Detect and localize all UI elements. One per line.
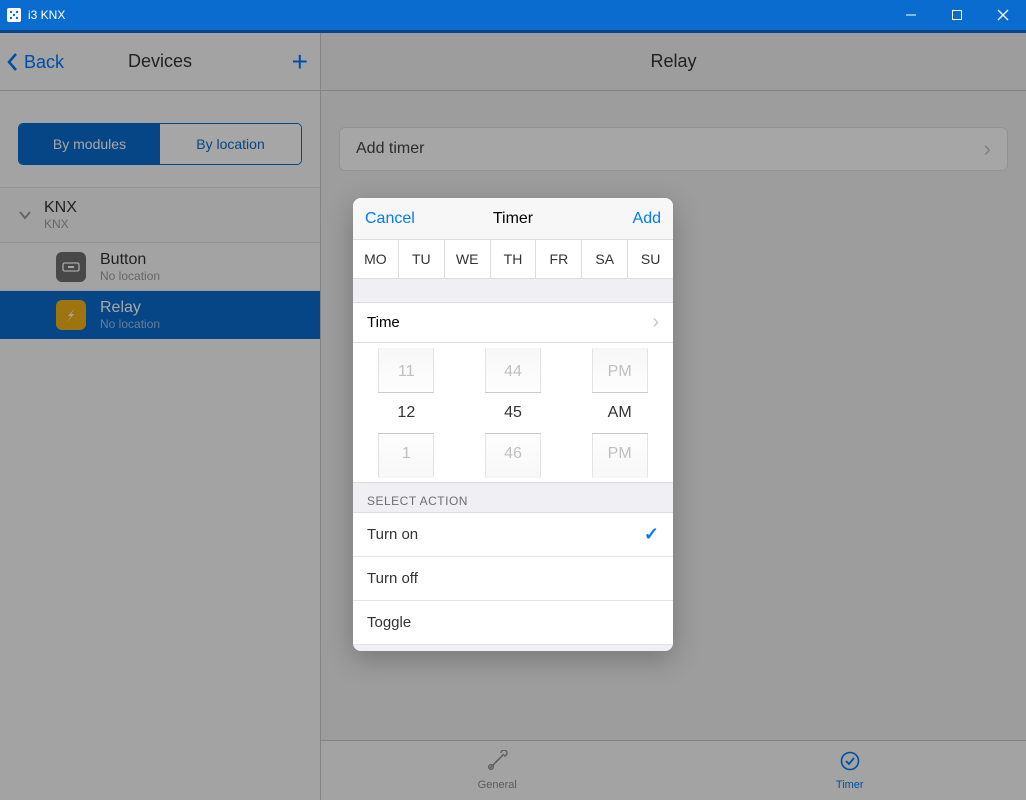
minute-current: 45	[485, 392, 541, 434]
section-spacer	[353, 279, 673, 303]
ampm-next: PM	[608, 434, 632, 474]
window-maximize-button[interactable]	[934, 0, 980, 30]
day-sa[interactable]: SA	[582, 240, 628, 278]
modal-header: Cancel Timer Add	[353, 198, 673, 240]
hour-wheel[interactable]: 11 12 1	[378, 348, 434, 478]
timer-modal: Cancel Timer Add MO TU WE TH FR SA SU Ti…	[353, 198, 673, 651]
hour-prev: 11	[398, 352, 415, 392]
time-label: Time	[367, 314, 400, 331]
action-turn-on[interactable]: Turn on ✓	[353, 513, 673, 557]
action-turn-off[interactable]: Turn off	[353, 557, 673, 601]
window-titlebar: i3 KNX	[0, 0, 1026, 30]
action-label: Turn off	[367, 570, 418, 587]
modal-title: Timer	[493, 210, 533, 228]
time-row[interactable]: Time ›	[353, 303, 673, 343]
day-su[interactable]: SU	[628, 240, 673, 278]
weekday-selector: MO TU WE TH FR SA SU	[353, 240, 673, 279]
minute-wheel[interactable]: 44 45 46	[485, 348, 541, 478]
modal-overlay[interactable]: Cancel Timer Add MO TU WE TH FR SA SU Ti…	[0, 30, 1026, 800]
hour-next: 1	[402, 434, 411, 474]
app-icon	[6, 7, 22, 23]
ampm-prev: PM	[608, 352, 632, 392]
modal-add-button[interactable]: Add	[633, 210, 661, 228]
day-tu[interactable]: TU	[399, 240, 445, 278]
hour-current: 12	[378, 392, 434, 434]
ampm-wheel[interactable]: PM AM PM	[592, 348, 648, 478]
window-title: i3 KNX	[28, 8, 65, 22]
chevron-right-icon: ›	[652, 311, 659, 334]
action-label: Turn on	[367, 526, 418, 543]
minute-next: 46	[504, 434, 522, 474]
day-th[interactable]: TH	[491, 240, 537, 278]
minute-prev: 44	[504, 352, 522, 392]
day-fr[interactable]: FR	[536, 240, 582, 278]
window-close-button[interactable]	[980, 0, 1026, 30]
window-minimize-button[interactable]	[888, 0, 934, 30]
checkmark-icon: ✓	[644, 524, 659, 545]
day-we[interactable]: WE	[445, 240, 491, 278]
modal-cancel-button[interactable]: Cancel	[365, 210, 415, 228]
time-picker: 11 12 1 44 45 46 PM AM PM	[353, 343, 673, 483]
action-label: Toggle	[367, 614, 411, 631]
ampm-current: AM	[592, 392, 648, 434]
select-action-header: SELECT ACTION	[353, 483, 673, 513]
action-toggle[interactable]: Toggle	[353, 601, 673, 645]
day-mo[interactable]: MO	[353, 240, 399, 278]
